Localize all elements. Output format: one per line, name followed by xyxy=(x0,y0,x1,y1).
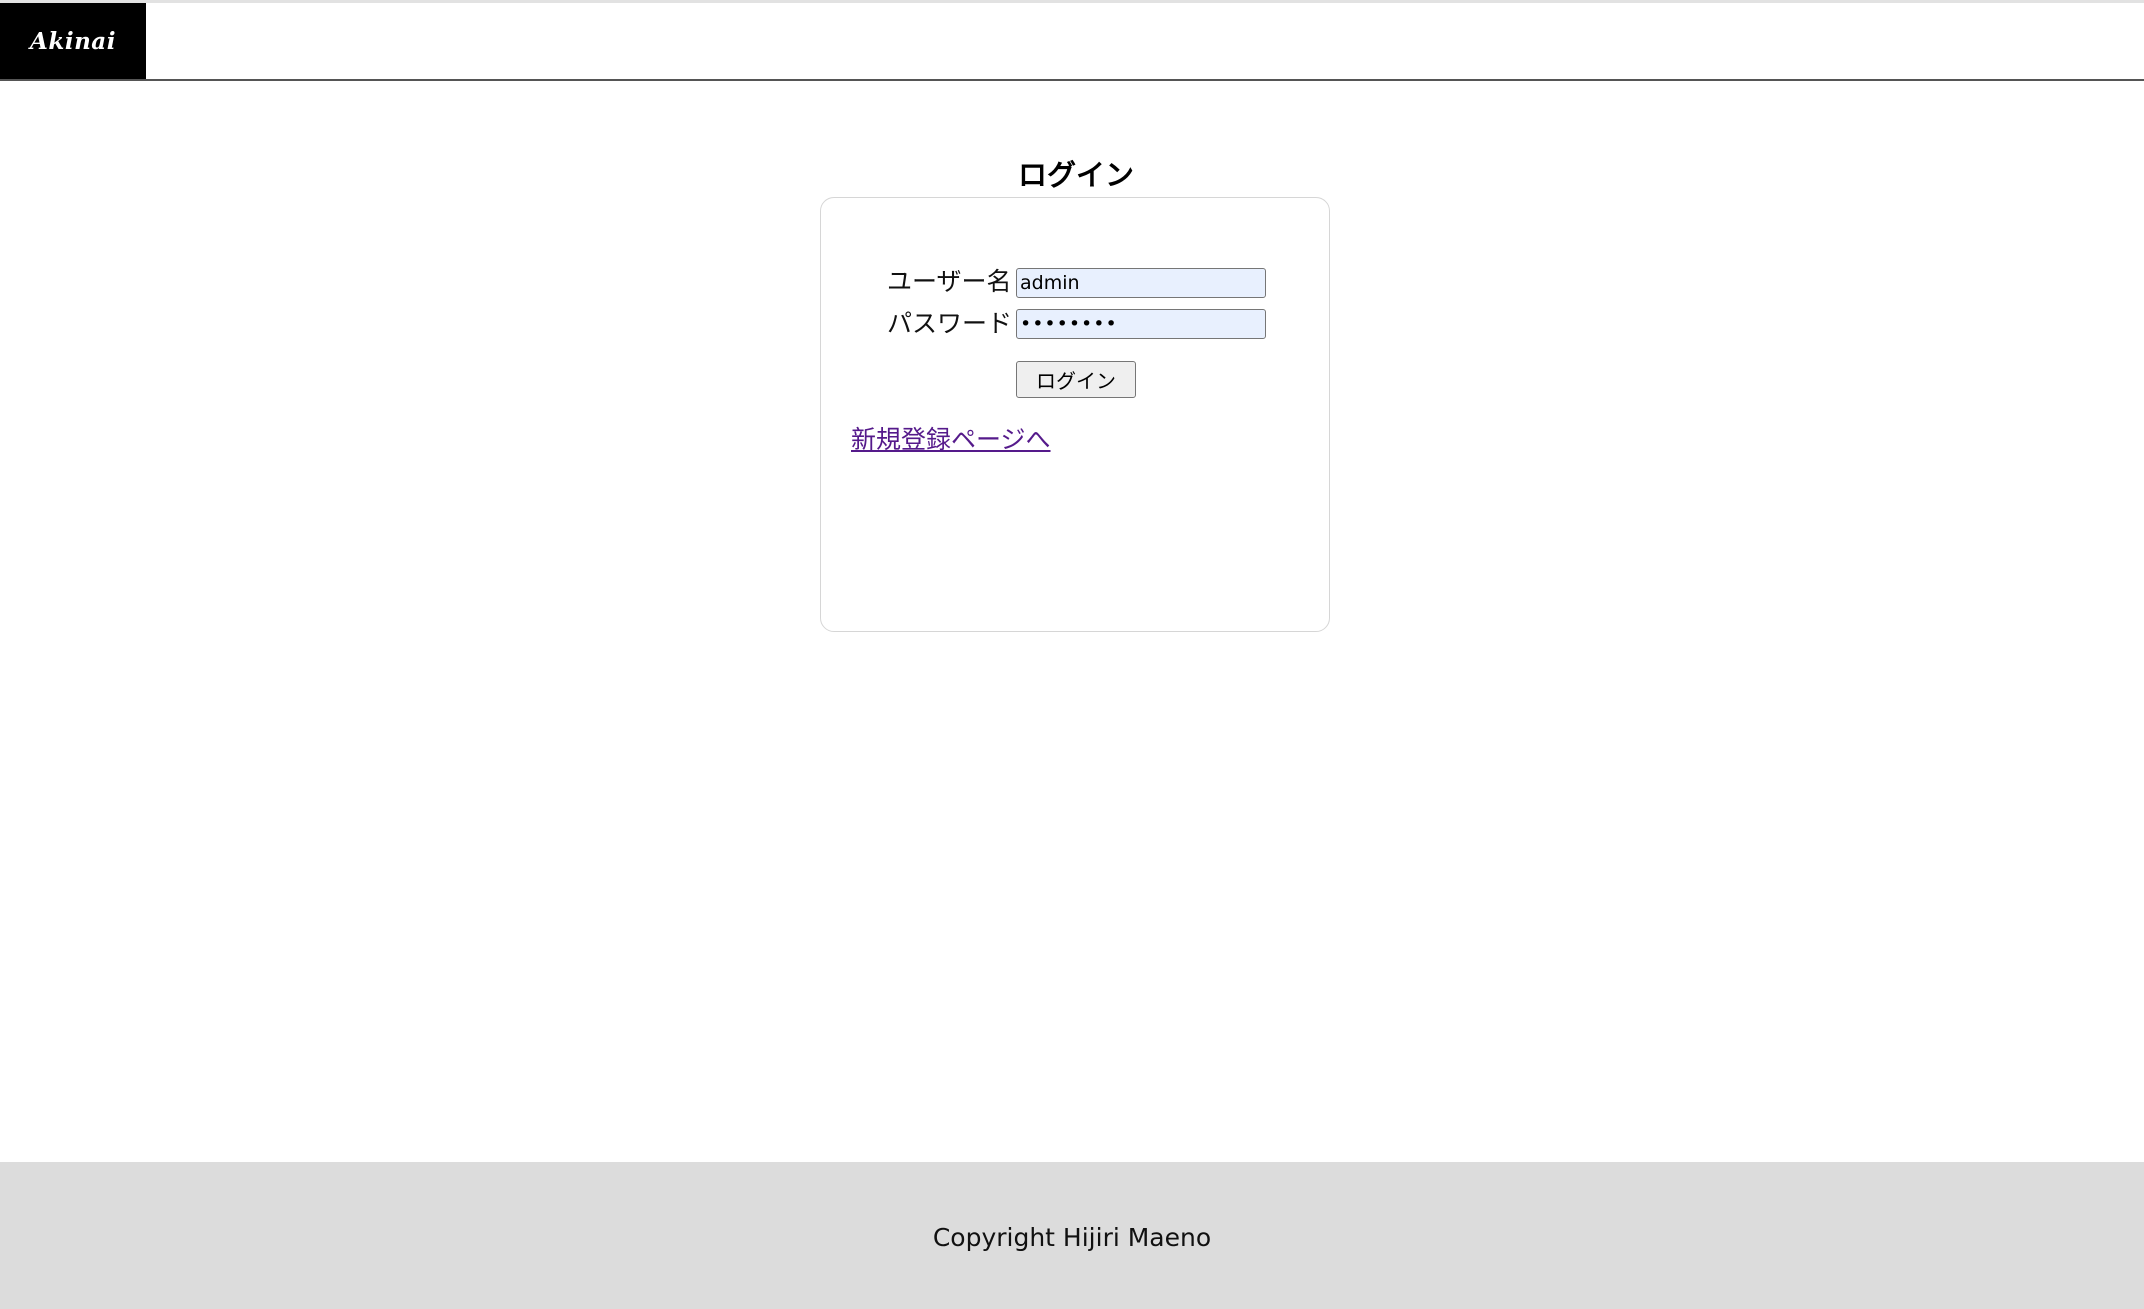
login-title: ログイン xyxy=(1017,158,1134,192)
page: Akinai ログイン ユーザー名 パスワード ログイン 新規登録ページへ Co… xyxy=(0,0,2144,1309)
username-input[interactable] xyxy=(1016,268,1266,298)
copyright-text: Copyright Hijiri Maeno xyxy=(932,1223,1212,1252)
username-label: ユーザー名 xyxy=(887,267,1012,296)
login-form: ユーザー名 パスワード ログイン 新規登録ページへ xyxy=(820,197,1330,632)
register-link[interactable]: 新規登録ページへ xyxy=(851,420,1051,456)
site-logo[interactable]: Akinai xyxy=(0,3,146,79)
password-label: パスワード xyxy=(887,309,1013,338)
login-button[interactable]: ログイン xyxy=(1016,361,1136,398)
site-header: Akinai xyxy=(0,3,2144,81)
site-footer: Copyright Hijiri Maeno xyxy=(0,1162,2144,1309)
password-input[interactable] xyxy=(1016,309,1266,339)
